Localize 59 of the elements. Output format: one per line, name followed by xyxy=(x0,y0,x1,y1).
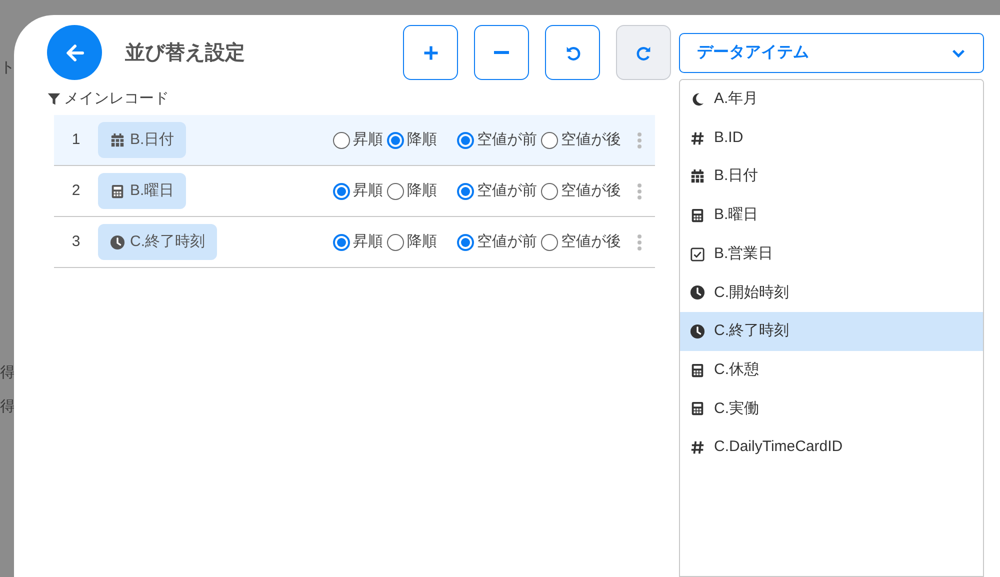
radio-button[interactable] xyxy=(541,234,558,250)
radio-button[interactable] xyxy=(541,132,558,148)
filter-icon xyxy=(47,92,61,106)
back-arrow-icon xyxy=(64,42,84,62)
calculator-icon xyxy=(690,362,705,378)
field-chip[interactable]: C.終了時刻 xyxy=(98,224,217,260)
radio-option[interactable]: 空値が前 xyxy=(457,180,537,202)
radio-option[interactable]: 降順 xyxy=(387,230,437,254)
dropdown-option[interactable]: C.終了時刻 xyxy=(680,312,983,351)
add-button[interactable] xyxy=(403,25,458,80)
remove-button[interactable] xyxy=(474,25,529,80)
plus-icon xyxy=(422,44,440,62)
radio-option[interactable]: 空値が後 xyxy=(541,180,621,202)
calculator-icon xyxy=(110,184,125,198)
clock-icon xyxy=(110,234,125,250)
undo-button[interactable] xyxy=(545,25,600,80)
background-text: ト xyxy=(0,59,14,77)
radio-button[interactable] xyxy=(541,182,558,200)
radio-option[interactable]: 空値が前 xyxy=(457,128,537,152)
calendar-icon xyxy=(110,132,125,148)
drag-handle-icon[interactable] xyxy=(637,182,642,200)
clock-icon xyxy=(690,324,705,339)
checkbox-icon xyxy=(690,246,705,262)
radio-button[interactable] xyxy=(333,182,350,200)
radio-button[interactable] xyxy=(387,132,404,148)
radio-option[interactable]: 空値が後 xyxy=(541,128,621,152)
section-label: メインレコード xyxy=(64,88,169,109)
radio-option[interactable]: 空値が前 xyxy=(457,230,537,254)
radio-button[interactable] xyxy=(333,234,350,250)
hash-icon xyxy=(690,130,705,146)
radio-button[interactable] xyxy=(457,182,474,200)
calculator-icon xyxy=(690,401,705,416)
radio-button[interactable] xyxy=(387,182,404,200)
field-chip[interactable]: B.曜日 xyxy=(98,173,186,209)
hash-icon xyxy=(690,440,705,456)
radio-button[interactable] xyxy=(457,132,474,148)
radio-button[interactable] xyxy=(387,234,404,250)
radio-option[interactable]: 昇順 xyxy=(333,180,383,202)
minus-icon xyxy=(494,51,509,54)
radio-option[interactable]: 降順 xyxy=(387,128,437,152)
calculator-icon xyxy=(690,208,705,223)
radio-option[interactable]: 昇順 xyxy=(333,230,383,254)
radio-button[interactable] xyxy=(457,234,474,250)
radio-option[interactable]: 昇順 xyxy=(333,128,383,152)
radio-option[interactable]: 降順 xyxy=(387,180,437,202)
field-chip[interactable]: B.日付 xyxy=(98,122,186,158)
row-number: 1 xyxy=(70,130,82,150)
drag-handle-icon[interactable] xyxy=(637,132,642,148)
sort-row[interactable]: 1 B.日付 昇順 降順 空値が前 空値が後 xyxy=(54,115,655,166)
calendar-icon xyxy=(690,169,705,184)
row-number: 3 xyxy=(70,232,82,252)
row-number: 2 xyxy=(70,180,82,201)
data-item-dropdown[interactable]: データアイテム xyxy=(679,33,984,73)
radio-option[interactable]: 空値が後 xyxy=(541,230,621,254)
drag-handle-icon[interactable] xyxy=(637,234,642,250)
moon-icon xyxy=(690,92,705,107)
clock-icon xyxy=(690,285,705,300)
dialog-title: 並び替え設定 xyxy=(125,40,245,66)
radio-button[interactable] xyxy=(333,132,350,148)
